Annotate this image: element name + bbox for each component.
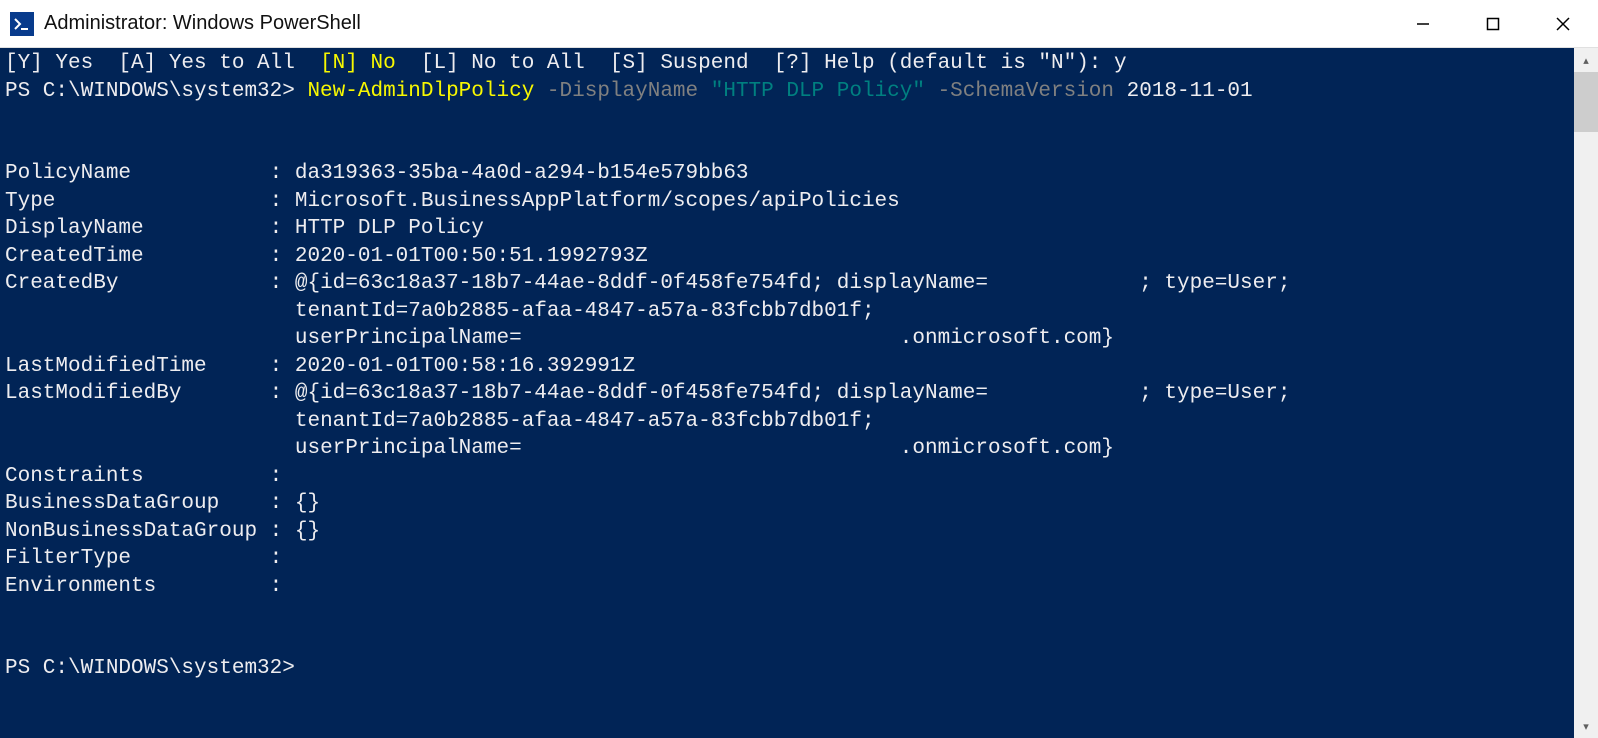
label-lastmodifiedby: LastModifiedBy : [5,382,295,405]
minimize-button[interactable] [1388,0,1458,48]
value-businessdatagroup: {} [295,492,320,515]
label-type: Type : [5,190,295,213]
scroll-up-icon[interactable]: ▴ [1574,48,1598,72]
titlebar: Administrator: Windows PowerShell [0,0,1598,48]
label-filtertype: FilterType : [5,547,282,570]
value-policyname: da319363-35ba-4a0d-a294-b154e579bb63 [295,162,749,185]
value-displayname: "HTTP DLP Policy" [711,80,938,103]
value-createdby-l3: userPrincipalName= .onmicrosoft.com} [295,327,1114,350]
label-nonbusinessdatagroup: NonBusinessDataGroup : [5,520,295,543]
label-displayname: DisplayName : [5,217,295,240]
param-displayname: -DisplayName [547,80,711,103]
scrollbar[interactable]: ▴ ▾ [1574,48,1598,738]
close-button[interactable] [1528,0,1598,48]
value-lastmodifiedby-l2: tenantId=7a0b2885-afaa-4847-a57a-83fcbb7… [295,410,875,433]
window-controls [1388,0,1598,48]
window-title: Administrator: Windows PowerShell [44,12,361,35]
value-lastmodifiedby-l3: userPrincipalName= .onmicrosoft.com} [295,437,1114,460]
label-createdby: CreatedBy : [5,272,295,295]
value-lastmodifiedby-l1: @{id=63c18a37-18b7-44ae-8ddf-0f458fe754f… [295,382,1291,405]
value-type: Microsoft.BusinessAppPlatform/scopes/api… [295,190,900,213]
label-businessdatagroup: BusinessDataGroup : [5,492,295,515]
scroll-down-icon[interactable]: ▾ [1574,714,1598,738]
value-schemaversion: 2018-11-01 [1127,80,1253,103]
value-createdby-l1: @{id=63c18a37-18b7-44ae-8ddf-0f458fe754f… [295,272,1291,295]
value-createdby-l2: tenantId=7a0b2885-afaa-4847-a57a-83fcbb7… [295,300,875,323]
prompt-options: [Y] Yes [A] Yes to All [5,52,320,75]
indent [5,437,295,460]
indent [5,300,295,323]
label-environments: Environments : [5,575,282,598]
value-lastmodifiedtime: 2020-01-01T00:58:16.392991Z [295,355,635,378]
ps-prompt-2: PS C:\WINDOWS\system32> [5,657,295,680]
ps-prompt: PS C:\WINDOWS\system32> [5,80,307,103]
label-createdtime: CreatedTime : [5,245,295,268]
scroll-thumb[interactable] [1574,72,1598,132]
indent [5,410,295,433]
cmdlet-name: New-AdminDlpPolicy [307,80,546,103]
param-schemaversion: -SchemaVersion [938,80,1127,103]
indent [5,327,295,350]
prompt-rest: [L] No to All [S] Suspend [?] Help (defa… [396,52,1127,75]
value-displayname: HTTP DLP Policy [295,217,484,240]
console-output[interactable]: [Y] Yes [A] Yes to All [N] No [L] No to … [0,48,1574,738]
label-lastmodifiedtime: LastModifiedTime : [5,355,295,378]
prompt-default: [N] No [320,52,396,75]
value-nonbusinessdatagroup: {} [295,520,320,543]
value-createdtime: 2020-01-01T00:50:51.1992793Z [295,245,648,268]
label-policyname: PolicyName : [5,162,295,185]
maximize-button[interactable] [1458,0,1528,48]
powershell-icon [10,12,34,36]
label-constraints: Constraints : [5,465,282,488]
